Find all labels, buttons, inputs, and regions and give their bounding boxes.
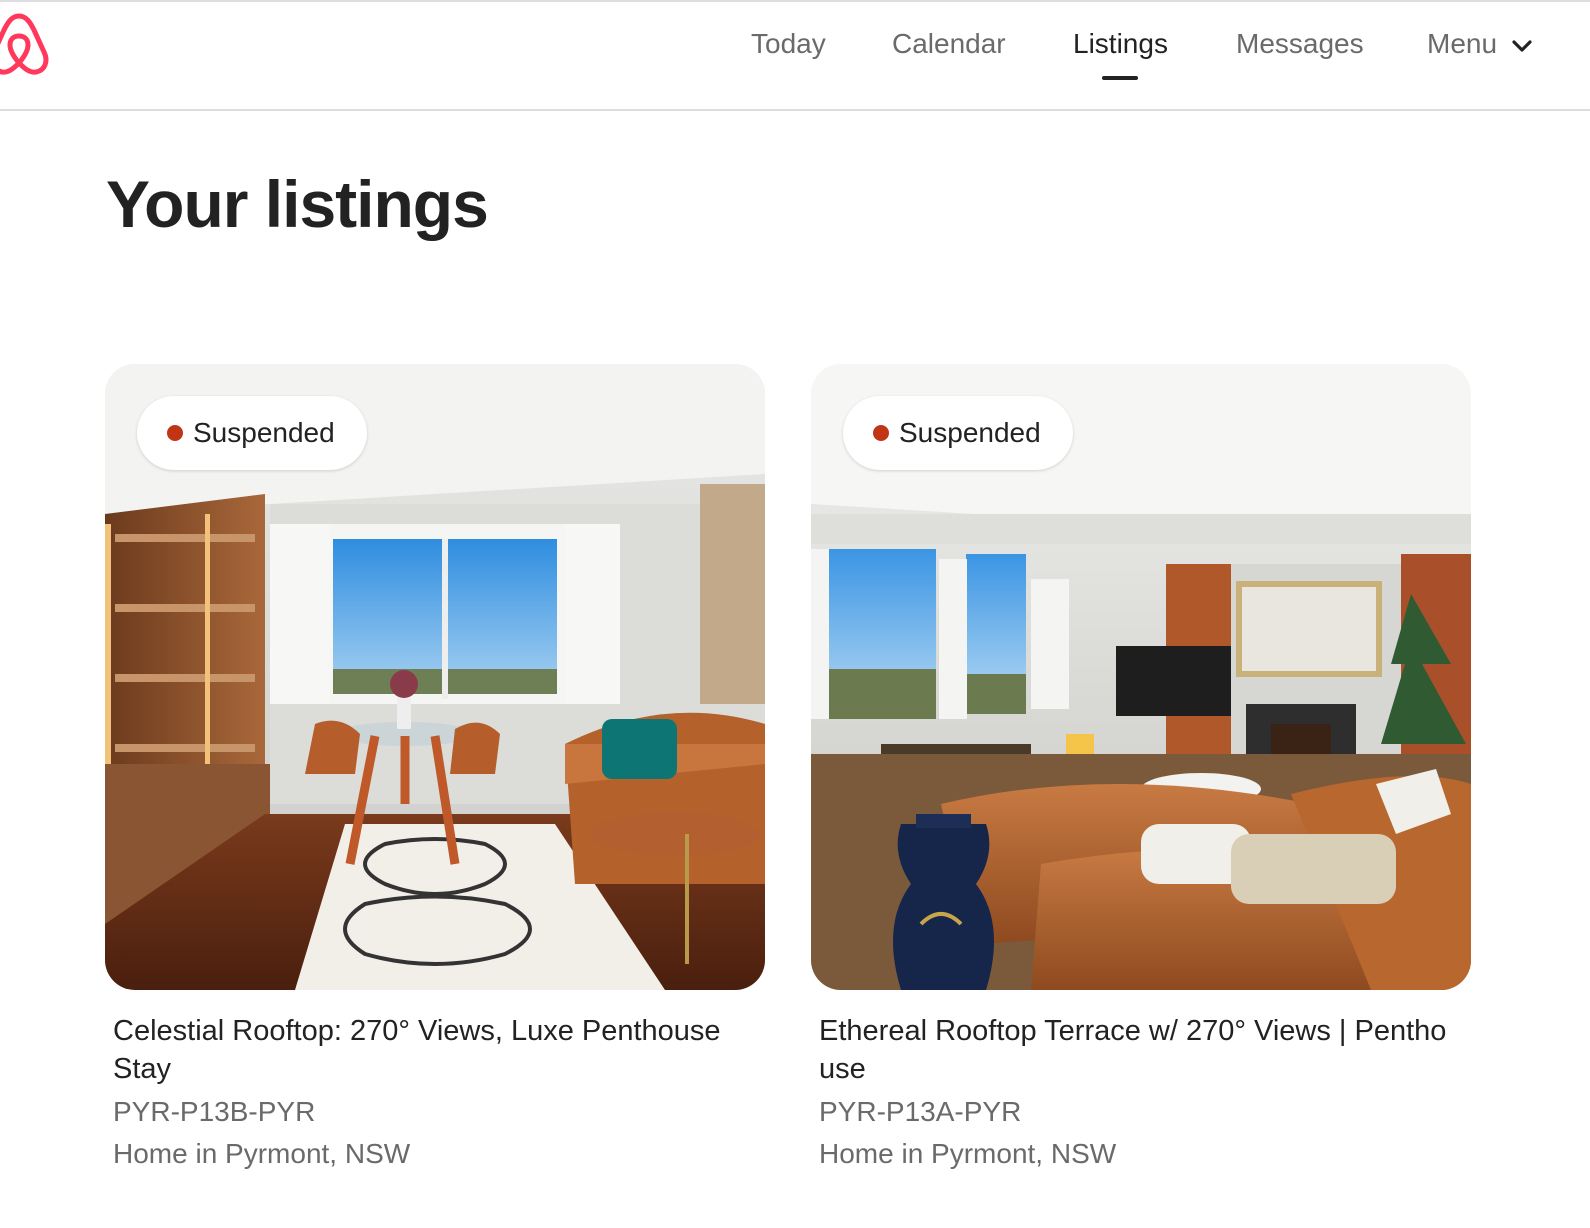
nav-listings-label: Listings xyxy=(1073,28,1168,59)
nav-today[interactable]: Today xyxy=(751,28,826,60)
chevron-down-icon xyxy=(1511,28,1533,60)
listing-card[interactable]: Suspended Celestial Rooftop: 270° Views,… xyxy=(105,364,765,1174)
listing-photo[interactable]: Suspended xyxy=(811,364,1471,990)
status-label: Suspended xyxy=(899,417,1041,448)
listing-title[interactable]: Celestial Rooftop: 270° Views, Luxe Pent… xyxy=(105,1012,745,1088)
listing-title[interactable]: Ethereal Rooftop Terrace w/ 270° Views |… xyxy=(811,1012,1451,1088)
active-tab-indicator xyxy=(1102,76,1139,80)
nav-calendar[interactable]: Calendar xyxy=(892,28,1006,60)
listing-code: PYR-P13A-PYR xyxy=(819,1096,1022,1127)
status-dot-icon xyxy=(873,425,889,441)
nav-menu-label: Menu xyxy=(1427,28,1498,59)
nav-listings[interactable]: Listings xyxy=(1073,28,1168,80)
nav-messages[interactable]: Messages xyxy=(1236,28,1364,60)
nav-today-label: Today xyxy=(751,28,826,59)
listing-location: Home in Pyrmont, NSW xyxy=(113,1138,411,1169)
status-badge: Suspended xyxy=(843,396,1073,470)
nav-messages-label: Messages xyxy=(1236,28,1364,59)
top-navigation-bar: Today Calendar Listings Messages Menu xyxy=(0,0,1590,111)
main-nav: Today Calendar Listings Messages Menu xyxy=(0,28,1590,88)
status-label: Suspended xyxy=(193,417,335,448)
nav-menu[interactable]: Menu xyxy=(1427,28,1533,60)
listing-photo[interactable]: Suspended xyxy=(105,364,765,990)
listing-location: Home in Pyrmont, NSW xyxy=(819,1138,1117,1169)
nav-calendar-label: Calendar xyxy=(892,28,1006,59)
status-dot-icon xyxy=(167,425,183,441)
listing-card[interactable]: Suspended Ethereal Rooftop Terrace w/ 27… xyxy=(811,364,1471,1174)
page-title: Your listings xyxy=(106,167,489,241)
listing-code: PYR-P13B-PYR xyxy=(113,1096,316,1127)
status-badge: Suspended xyxy=(137,396,367,470)
